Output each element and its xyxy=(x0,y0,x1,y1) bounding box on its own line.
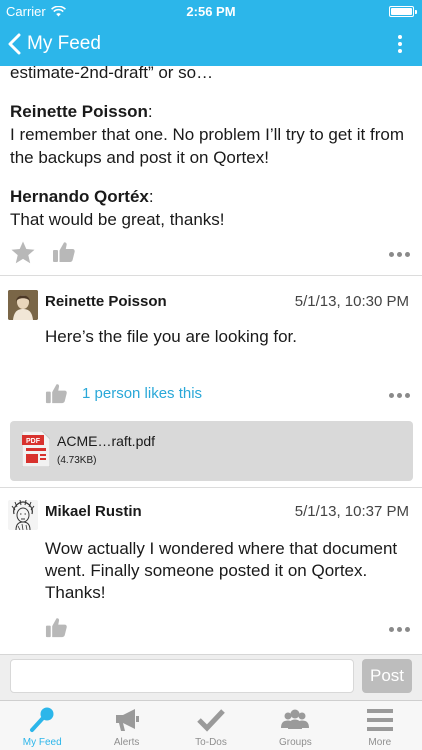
thumbs-up-icon[interactable] xyxy=(45,616,68,639)
star-icon[interactable] xyxy=(10,240,36,266)
menu-icon xyxy=(366,709,393,731)
comment-more-button[interactable] xyxy=(389,627,410,632)
kebab-dot xyxy=(398,49,402,53)
attachment-name: ACME…raft.pdf xyxy=(57,433,156,449)
tab-to-dos[interactable]: To-Dos xyxy=(169,701,253,750)
dot xyxy=(397,252,402,257)
quote-block: Reinette Poisson: I remember that one. N… xyxy=(10,100,412,169)
search-icon xyxy=(30,707,54,732)
portrait-avatar-image xyxy=(8,290,38,320)
quote-separator: : xyxy=(148,187,154,206)
back-label: My Feed xyxy=(27,33,101,54)
top-bar: Carrier 2:56 PM My Feed xyxy=(0,0,422,66)
thumbs-up-icon[interactable] xyxy=(52,240,76,264)
comment-timestamp: 5/1/13, 10:37 PM xyxy=(294,503,409,520)
dot xyxy=(405,252,410,257)
tab-label: Groups xyxy=(279,737,312,748)
quote-author: Hernando Qortéx xyxy=(10,187,149,206)
post-text: estimate-2nd-draft” or so… Reinette Pois… xyxy=(0,66,422,231)
comment-composer: Post xyxy=(0,654,422,700)
post-more-button[interactable] xyxy=(389,252,410,257)
megaphone-icon xyxy=(115,709,139,731)
comment-input[interactable] xyxy=(10,659,354,693)
quote-text: I remember that one. No problem I’ll try… xyxy=(10,125,404,167)
comment-actions: 1 person likes this xyxy=(0,378,422,412)
comment-header: Mikael Rustin 5/1/13, 10:37 PM xyxy=(0,496,422,530)
divider xyxy=(0,275,422,276)
comment-more-button[interactable] xyxy=(389,393,410,398)
file-attachment[interactable]: PDF ACME…raft.pdf (4.73KB) xyxy=(10,421,413,481)
comment-actions xyxy=(0,614,422,648)
comment-author[interactable]: Mikael Rustin xyxy=(45,503,142,520)
dot xyxy=(389,393,394,398)
comment-body: Here’s the file you are looking for. xyxy=(45,327,297,346)
dot xyxy=(397,627,402,632)
tab-my-feed[interactable]: My Feed xyxy=(0,701,84,750)
feed-thread[interactable]: estimate-2nd-draft” or so… Reinette Pois… xyxy=(0,66,422,654)
tab-label: My Feed xyxy=(22,737,62,748)
more-options-button[interactable] xyxy=(388,30,412,58)
comment-body: Wow actually I wondered where that docum… xyxy=(45,539,398,602)
dot xyxy=(405,627,410,632)
comment-header: Reinette Poisson 5/1/13, 10:30 PM xyxy=(0,286,422,320)
navigation-bar: My Feed xyxy=(0,22,422,66)
tab-label: To-Dos xyxy=(195,737,227,748)
pdf-badge: PDF xyxy=(26,438,41,445)
quote-text: That would be great, thanks! xyxy=(10,210,225,229)
battery-icon xyxy=(389,6,417,17)
thumbs-up-icon[interactable] xyxy=(45,382,68,405)
comment-timestamp: 5/1/13, 10:30 PM xyxy=(294,293,409,310)
dot xyxy=(405,393,410,398)
kebab-dot xyxy=(398,42,402,46)
dot xyxy=(397,393,402,398)
back-button[interactable]: My Feed xyxy=(8,22,101,66)
tab-more[interactable]: More xyxy=(338,701,422,750)
avatar[interactable] xyxy=(8,290,38,320)
status-time: 2:56 PM xyxy=(186,4,236,19)
pdf-file-icon: PDF xyxy=(22,431,50,467)
group-icon xyxy=(281,709,310,729)
likes-count-link[interactable]: 1 person likes this xyxy=(82,385,202,402)
post-intro-text: estimate-2nd-draft” or so… xyxy=(10,66,214,82)
tab-label: More xyxy=(368,737,392,748)
comment-author[interactable]: Reinette Poisson xyxy=(45,293,167,310)
chevron-left-icon xyxy=(8,33,21,55)
attachment-size: (4.73KB) xyxy=(57,455,97,466)
checkmark-icon xyxy=(197,709,225,732)
sketch-avatar-image xyxy=(8,500,38,530)
status-bar: Carrier 2:56 PM xyxy=(0,0,422,22)
quote-block: Hernando Qortéx: That would be great, th… xyxy=(10,185,412,231)
quote-separator: : xyxy=(147,102,153,121)
post-button[interactable]: Post xyxy=(362,659,412,693)
tab-bar: My Feed Alerts To-Dos Groups More xyxy=(0,700,422,750)
kebab-dot xyxy=(398,35,402,39)
tab-label: Alerts xyxy=(113,737,140,748)
tab-groups[interactable]: Groups xyxy=(253,701,337,750)
post-actions xyxy=(0,238,422,272)
quote-author: Reinette Poisson xyxy=(10,102,148,121)
tab-alerts[interactable]: Alerts xyxy=(84,701,168,750)
avatar[interactable] xyxy=(8,500,38,530)
dot xyxy=(389,627,394,632)
divider xyxy=(0,487,422,488)
dot xyxy=(389,252,394,257)
